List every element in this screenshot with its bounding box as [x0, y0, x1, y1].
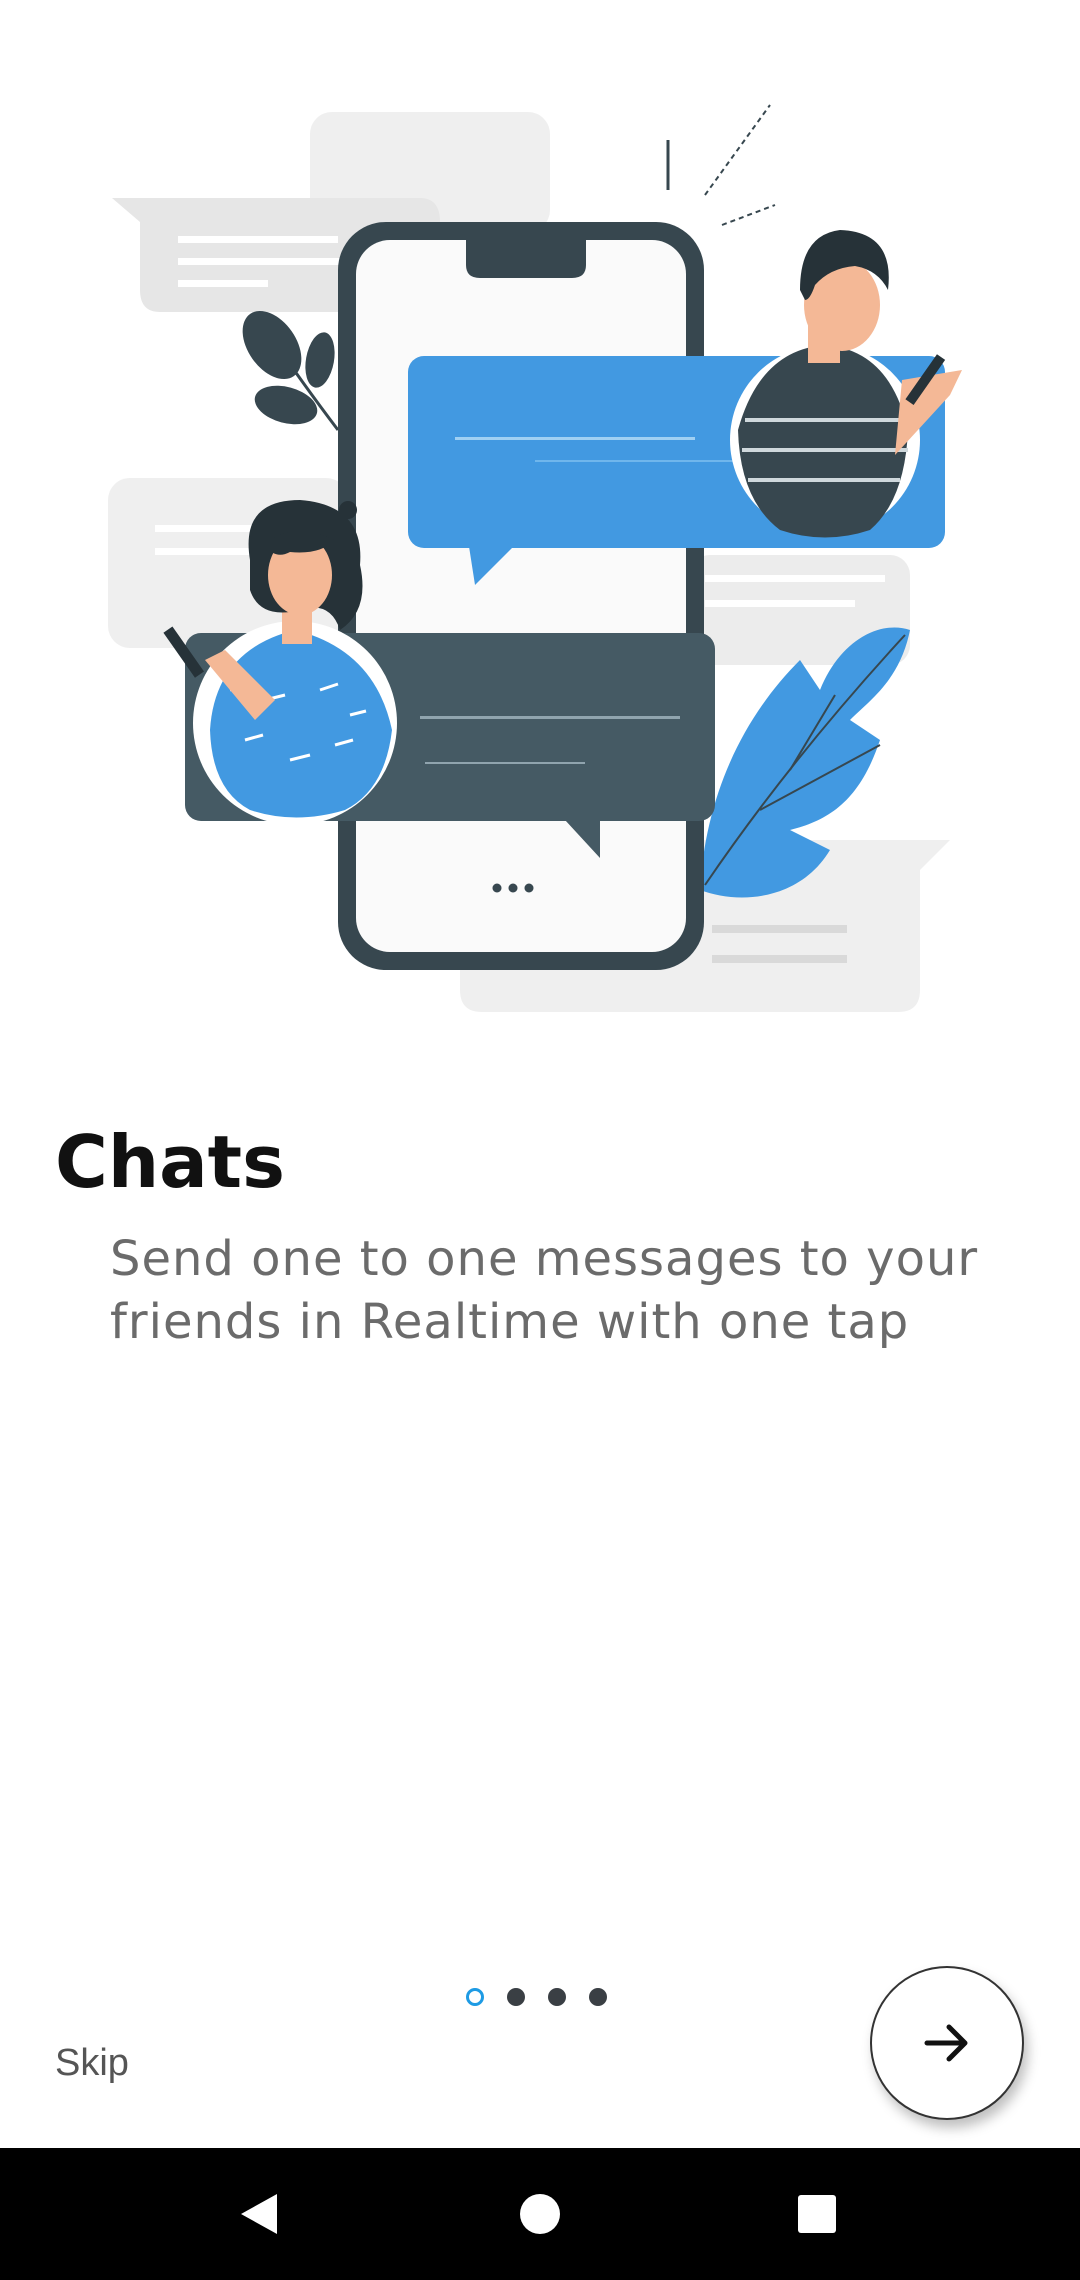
arrow-right-icon — [924, 2024, 968, 2062]
page-description: Send one to one messages to your friends… — [110, 1231, 979, 1350]
skip-button[interactable]: Skip — [55, 2042, 129, 2085]
page-title: Chats — [55, 1120, 285, 1204]
system-navigation-bar — [0, 2148, 1080, 2280]
square-recents-icon — [798, 2195, 836, 2233]
page-indicator — [466, 1988, 607, 2006]
nav-home-button[interactable] — [480, 2148, 600, 2280]
page-dot — [548, 1988, 566, 2006]
page-dot — [507, 1988, 525, 2006]
triangle-back-icon — [241, 2194, 277, 2234]
next-button[interactable] — [870, 1966, 1024, 2120]
page-dot — [589, 1988, 607, 2006]
chat-illustration — [108, 104, 962, 1012]
nav-recents-button[interactable] — [757, 2148, 877, 2280]
nav-back-button[interactable] — [198, 2148, 318, 2280]
circle-home-icon — [520, 2194, 560, 2234]
page-dot-active — [466, 1988, 484, 2006]
